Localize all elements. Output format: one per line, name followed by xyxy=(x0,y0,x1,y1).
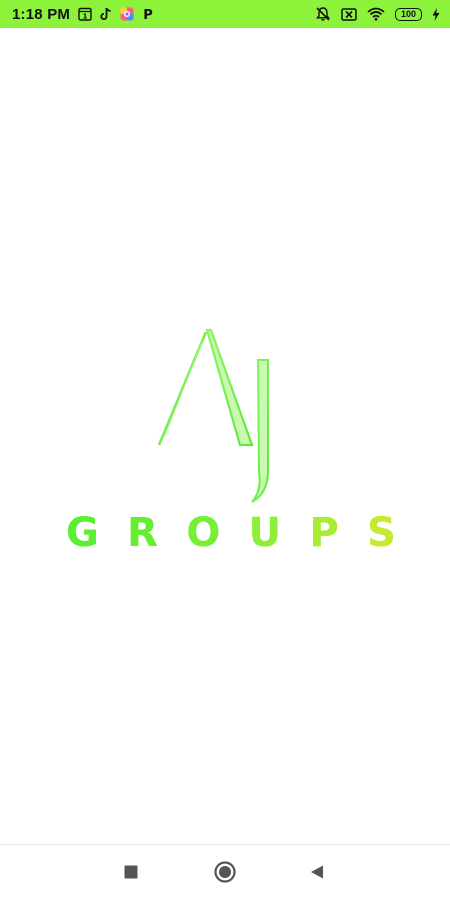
calendar-day: 1 xyxy=(83,13,88,21)
recents-icon xyxy=(124,865,138,879)
aj-monogram-icon xyxy=(151,328,280,503)
charging-bolt-icon xyxy=(432,7,440,21)
back-button[interactable] xyxy=(302,857,332,887)
aj-groups-logo: G R O U P S xyxy=(0,318,450,558)
status-left: 1:18 PM 1 P xyxy=(12,6,154,23)
wordmark-letter: P xyxy=(309,510,339,556)
calendar-icon: 1 xyxy=(78,7,92,21)
tiktok-icon xyxy=(100,7,112,21)
battery-level: 100 xyxy=(395,7,422,21)
photos-icon xyxy=(120,7,134,21)
wordmark-letter: R xyxy=(127,510,158,556)
home-icon xyxy=(214,861,236,883)
wordmark-letter: O xyxy=(186,510,221,556)
status-time: 1:18 PM xyxy=(12,5,71,23)
paytm-glyph: P xyxy=(143,8,153,21)
home-button[interactable] xyxy=(210,857,240,887)
status-bar: 1:18 PM 1 P 100 xyxy=(0,0,450,28)
alarm-off-icon xyxy=(315,6,331,22)
wifi-icon xyxy=(367,7,385,21)
paytm-icon: P xyxy=(142,7,154,21)
wordmark-letter: U xyxy=(248,510,282,556)
status-right: 100 xyxy=(315,6,440,22)
wordmark-letter: G xyxy=(66,510,99,556)
back-icon xyxy=(311,865,323,879)
sim-off-icon xyxy=(341,7,357,21)
wordmark-letter: S xyxy=(367,510,396,556)
navigation-bar xyxy=(0,845,450,900)
groups-wordmark: G R O U P S xyxy=(66,508,396,558)
recents-button[interactable] xyxy=(116,857,146,887)
